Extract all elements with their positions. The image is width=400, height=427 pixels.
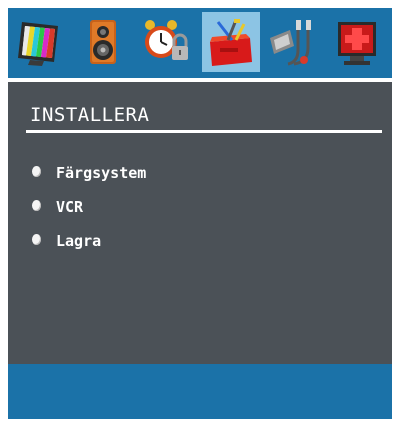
toolbox-install-icon <box>210 19 252 66</box>
tab-picture[interactable] <box>10 12 68 72</box>
tab-sound[interactable] <box>74 12 132 72</box>
tab-source[interactable] <box>264 12 322 72</box>
status-bar <box>8 364 392 419</box>
bullet-icon <box>32 234 41 245</box>
menu-item-label: VCR <box>56 198 84 216</box>
tab-install[interactable] <box>202 12 260 72</box>
speaker-sound-icon <box>90 20 116 64</box>
alarm-clock-lock-icon <box>145 20 188 60</box>
av-cable-icon <box>270 20 311 66</box>
tab-divider <box>8 78 392 82</box>
title-underline <box>26 130 382 133</box>
bullet-icon <box>32 200 41 211</box>
menu-tab-bar <box>8 8 392 78</box>
page-title: INSTALLERA <box>30 104 150 126</box>
bullet-icon <box>32 166 41 177</box>
osd-menu-window: INSTALLERA Färgsystem VCR Lagra <box>8 8 392 419</box>
menu-item-label: Lagra <box>56 232 102 250</box>
tab-features[interactable] <box>136 12 194 72</box>
menu-item-label: Färgsystem <box>56 164 147 182</box>
tv-picture-icon <box>18 22 58 66</box>
pc-monitor-icon <box>338 22 376 65</box>
tab-pc[interactable] <box>328 12 386 72</box>
